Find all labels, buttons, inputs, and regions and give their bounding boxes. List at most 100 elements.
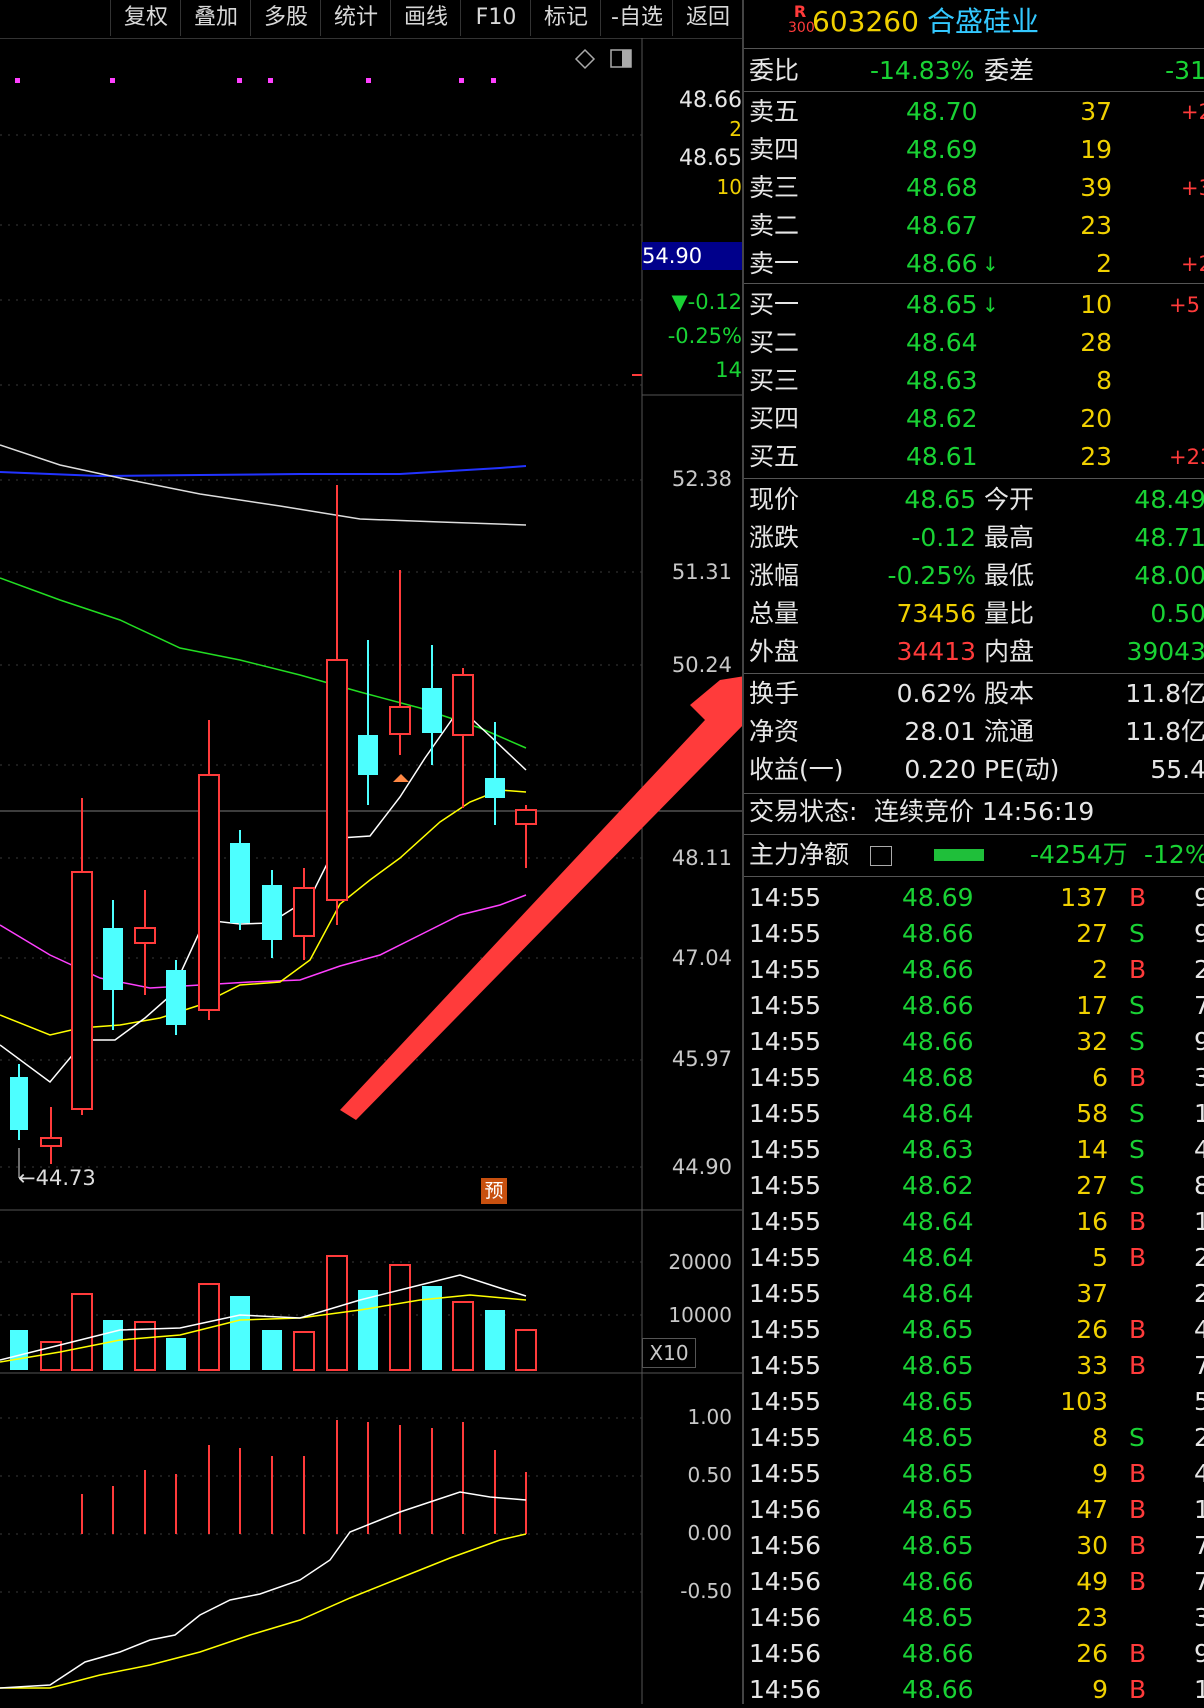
bid-level-row[interactable]: 买四 48.62 20 — [744, 400, 1204, 438]
tick-row[interactable]: 14:55 48.68 6 B 3 — [744, 1060, 1204, 1096]
stat-row: 收益(一) 0.220 PE(动) 55.4 — [744, 751, 1204, 789]
bid-level-row[interactable]: 买三 48.63 8 — [744, 362, 1204, 400]
tick-row[interactable]: 14:55 48.65 33 B 7 — [744, 1348, 1204, 1384]
bid-change: +23 — [1169, 445, 1204, 469]
tick-row[interactable]: 14:55 48.66 27 S 9 — [744, 916, 1204, 952]
stat-label: 今开 — [984, 485, 1035, 514]
tick-row[interactable]: 14:55 48.65 8 S 2 — [744, 1420, 1204, 1456]
tick-count: 9 — [1194, 919, 1204, 948]
tick-row[interactable]: 14:55 48.69 137 B 9 — [744, 880, 1204, 916]
tick-row[interactable]: 14:55 48.64 5 B 2 — [744, 1240, 1204, 1276]
macd-dea-line — [0, 1533, 527, 1689]
diamond-icon[interactable] — [574, 48, 596, 70]
tick-row[interactable]: 14:55 48.63 14 S 4 — [744, 1132, 1204, 1168]
overlay-change: ▼-0.12 — [671, 290, 743, 314]
list-icon[interactable] — [870, 846, 892, 866]
stat-value: 48.71 — [1134, 523, 1204, 552]
bid-price: 48.62 — [906, 404, 978, 433]
stat-row: 现价 48.65 今开 48.49 — [744, 481, 1204, 519]
tick-row[interactable]: 14:55 48.65 26 B 4 — [744, 1312, 1204, 1348]
volume-bar — [452, 1301, 474, 1371]
tick-count: 8 — [1194, 1171, 1204, 1200]
tick-row[interactable]: 14:55 48.65 9 B 4 — [744, 1456, 1204, 1492]
ask-volume: 23 — [1080, 211, 1112, 240]
tick-row[interactable]: 14:55 48.65 103 5 — [744, 1384, 1204, 1420]
tick-side: S — [1129, 1423, 1145, 1452]
draw-line-button[interactable]: 画线 — [390, 0, 461, 36]
bid-level-row[interactable]: 买二 48.64 28 — [744, 324, 1204, 362]
tick-row[interactable]: 14:55 48.62 27 S 8 — [744, 1168, 1204, 1204]
stat-label: 总量 — [749, 599, 800, 628]
candle — [358, 735, 378, 775]
candle — [134, 927, 156, 944]
ask-level-row[interactable]: 卖一 48.66↓ 2 +2 — [744, 245, 1204, 283]
tick-row[interactable]: 14:55 48.64 37 2 — [744, 1276, 1204, 1312]
stat-row: 外盘 34413 内盘 39043 — [744, 633, 1204, 671]
stat-row: 换手 0.62% 股本 11.8亿 — [744, 675, 1204, 713]
stat-value: -0.12 — [911, 523, 976, 552]
tick-row[interactable]: 14:55 48.66 17 S 7 — [744, 988, 1204, 1024]
bid-level-row[interactable]: 买五 48.61 23 +23 — [744, 438, 1204, 476]
stat-value: 48.00 — [1134, 561, 1204, 590]
bid-level-row[interactable]: 买一 48.65 ↓ 10 +5 — [744, 286, 1204, 324]
tick-volume: 30 — [1076, 1531, 1108, 1560]
kline-chart[interactable] — [0, 38, 742, 1704]
overlay-button[interactable]: 叠加 — [180, 0, 251, 36]
ask-volume: 2 — [1096, 249, 1112, 278]
stat-value: 11.8亿 — [1125, 679, 1204, 708]
tick-row[interactable]: 14:56 48.65 23 3 — [744, 1600, 1204, 1636]
ask-level-row[interactable]: 卖四 48.69 19 — [744, 131, 1204, 169]
stat-value: 0.62% — [896, 679, 976, 708]
signal-dots — [15, 78, 496, 83]
tick-price: 48.66 — [902, 991, 974, 1020]
multi-stock-button[interactable]: 多股 — [250, 0, 321, 36]
f10-button[interactable]: F10 — [460, 0, 531, 36]
stat-value: 34413 — [896, 637, 976, 666]
tick-count: 7 — [1194, 1567, 1204, 1596]
volume-axis-label: 20000 — [668, 1250, 732, 1274]
fuquan-button[interactable]: 复权 — [110, 0, 181, 36]
tick-row[interactable]: 14:56 48.66 9 B 1 — [744, 1672, 1204, 1708]
back-button[interactable]: 返回 — [672, 0, 743, 36]
candle — [10, 1077, 28, 1130]
tick-count: 4 — [1194, 1135, 1204, 1164]
ask-level-row[interactable]: 卖三 48.68 39 +3 — [744, 169, 1204, 207]
overlay-ask-vol: 2 — [729, 117, 742, 141]
weibi-row: 委比 -14.83% 委差 -31 — [744, 52, 1204, 90]
tick-time: 14:56 — [749, 1675, 822, 1704]
tick-volume: 33 — [1076, 1351, 1108, 1380]
tick-count: 2 — [1194, 1423, 1204, 1452]
mark-button[interactable]: 标记 — [530, 0, 601, 36]
remove-watchlist-button[interactable]: -自选 — [600, 0, 673, 36]
ask-level-row[interactable]: 卖五 48.70 37 +2 — [744, 93, 1204, 131]
tick-row[interactable]: 14:56 48.65 30 B 7 — [744, 1528, 1204, 1564]
stock-badge: R 300 — [788, 4, 815, 37]
stat-label: 股本 — [984, 679, 1035, 708]
tick-volume: 17 — [1076, 991, 1108, 1020]
tick-row[interactable]: 14:56 48.66 49 B 7 — [744, 1564, 1204, 1600]
tick-side: B — [1129, 1207, 1147, 1236]
tick-volume: 8 — [1092, 1423, 1108, 1452]
ask-level-label: 卖三 — [749, 173, 800, 202]
ask-price: 48.70 — [906, 97, 978, 126]
macd-axis-label: 0.00 — [687, 1521, 732, 1545]
tick-row[interactable]: 14:56 48.65 47 B 10 — [744, 1492, 1204, 1528]
tick-price: 48.66 — [902, 1639, 974, 1668]
bid-volume: 8 — [1096, 366, 1112, 395]
ask-change: +3 — [1181, 176, 1204, 200]
ask-level-label: 卖二 — [749, 211, 800, 240]
volume-bar — [293, 1331, 315, 1371]
tick-side: S — [1129, 1099, 1145, 1128]
statistics-button[interactable]: 统计 — [320, 0, 391, 36]
tick-volume: 9 — [1092, 1675, 1108, 1704]
stock-code: 603260 — [812, 5, 919, 38]
tick-row[interactable]: 14:55 48.64 16 B 1 — [744, 1204, 1204, 1240]
tick-row[interactable]: 14:55 48.64 58 S 14 — [744, 1096, 1204, 1132]
tick-row[interactable]: 14:55 48.66 2 B 2 — [744, 952, 1204, 988]
overlay-bid-vol: 10 — [716, 175, 742, 199]
ask-level-row[interactable]: 卖二 48.67 23 — [744, 207, 1204, 245]
tick-volume: 5 — [1092, 1243, 1108, 1272]
tick-time: 14:55 — [749, 1171, 822, 1200]
tick-row[interactable]: 14:56 48.66 26 B 9 — [744, 1636, 1204, 1672]
tick-row[interactable]: 14:55 48.66 32 S 9 — [744, 1024, 1204, 1060]
